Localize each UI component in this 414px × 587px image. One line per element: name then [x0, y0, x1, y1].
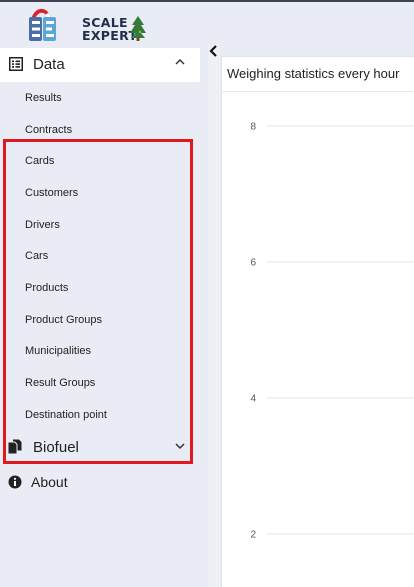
sidebar-item-products[interactable]: Products — [25, 282, 68, 294]
top-bar: SCALE EXPERT — [0, 0, 414, 45]
sidebar-group-data-label: Data — [33, 56, 65, 73]
sidebar-item-cards[interactable]: Cards — [25, 155, 54, 167]
info-circle-icon — [8, 475, 22, 489]
sidebar-group-biofuel-label: Biofuel — [33, 439, 79, 456]
sidebar-item-customers[interactable]: Customers — [25, 187, 78, 199]
sidebar-item-result-groups[interactable]: Result Groups — [25, 377, 95, 389]
sidebar-collapse-button[interactable] — [207, 44, 221, 60]
chart-y-tick-label: 8 — [250, 122, 256, 133]
chevron-up-icon — [175, 58, 185, 65]
top-bar-border — [0, 0, 414, 2]
chart-y-tick-label: 6 — [250, 258, 256, 269]
chart-y-tick-label: 2 — [250, 530, 256, 541]
copy-icon — [8, 439, 22, 454]
sidebar-item-about-label: About — [31, 474, 68, 490]
app-logo[interactable]: SCALE EXPERT — [28, 4, 152, 44]
sidebar-item-product-groups[interactable]: Product Groups — [25, 314, 102, 326]
sidebar-item-results[interactable]: Results — [25, 92, 62, 104]
chevron-down-icon — [175, 443, 185, 450]
sidebar-item-cars[interactable]: Cars — [25, 250, 48, 262]
sidebar-item-destination-point[interactable]: Destination point — [25, 409, 107, 421]
scale-expert-logo-icon — [29, 17, 56, 41]
chevron-left-icon — [209, 44, 217, 57]
panel-title: Weighing statistics every hour — [227, 66, 400, 81]
sidebar-item-municipalities[interactable]: Municipalities — [25, 345, 91, 357]
christmas-tree-icon — [130, 16, 146, 41]
sidebar-group-data[interactable]: Data — [0, 48, 200, 82]
list-icon — [9, 57, 23, 71]
sidebar-item-about[interactable]: About — [0, 471, 200, 495]
chart-y-tick-label: 4 — [250, 394, 256, 405]
sidebar-divider — [208, 45, 220, 587]
sidebar-group-biofuel[interactable]: Biofuel — [0, 435, 200, 461]
sidebar-item-contracts[interactable]: Contracts — [25, 124, 72, 136]
sidebar-item-drivers[interactable]: Drivers — [25, 219, 60, 231]
hourly-weighing-chart: 8 6 4 2 — [250, 122, 414, 541]
